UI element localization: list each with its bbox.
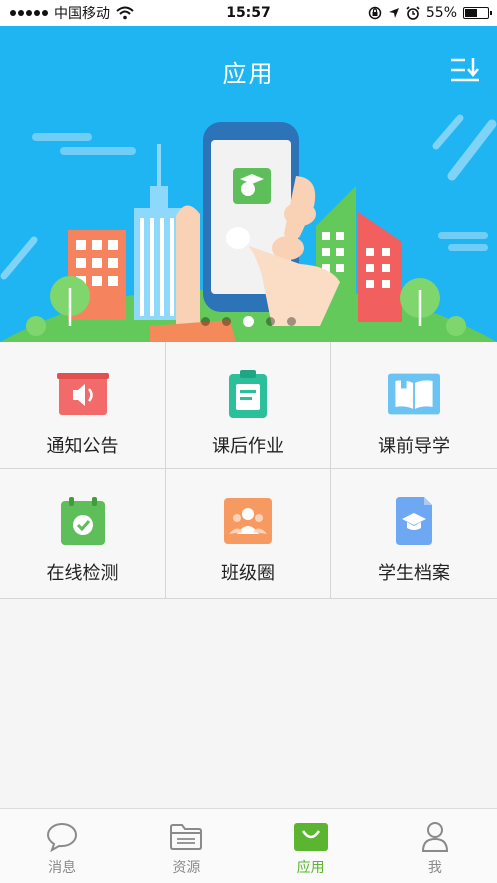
app-screen: 中国移动 15:57 55% 应用 通知公告 课后作业 课前导学 在线检测 班级… <box>0 0 497 883</box>
tab-apps[interactable]: 应用 <box>249 809 373 883</box>
tab-messages[interactable]: 消息 <box>0 809 124 883</box>
app-online-test[interactable]: 在线检测 <box>0 469 166 599</box>
tab-resources[interactable]: 资源 <box>124 809 248 883</box>
status-bar: 中国移动 15:57 55% <box>0 0 497 26</box>
book-icon <box>388 370 440 418</box>
tab-label: 应用 <box>296 860 325 876</box>
app-label: 班级圈 <box>221 563 275 584</box>
tab-label: 消息 <box>48 860 77 876</box>
rotation-lock-icon <box>368 6 382 20</box>
app-label: 课后作业 <box>212 436 284 457</box>
sort-descending-icon <box>451 58 479 82</box>
app-label: 学生档案 <box>378 563 450 584</box>
app-notice[interactable]: 通知公告 <box>0 342 166 469</box>
clipboard-icon <box>222 370 274 418</box>
app-student-records[interactable]: 学生档案 <box>331 469 497 599</box>
carousel-indicator <box>0 316 497 327</box>
carousel-dot[interactable] <box>243 316 254 327</box>
megaphone-icon <box>56 370 109 418</box>
carousel-dot[interactable] <box>222 317 231 326</box>
alarm-icon <box>406 6 420 20</box>
apps-bag-icon <box>293 821 328 853</box>
people-icon <box>222 497 274 545</box>
carousel-dot[interactable] <box>266 317 275 326</box>
page-title: 应用 <box>222 60 275 88</box>
app-label: 课前导学 <box>378 436 450 457</box>
carousel-dot[interactable] <box>287 317 296 326</box>
tab-label: 我 <box>427 860 442 876</box>
chat-bubble-icon <box>45 821 79 853</box>
app-homework[interactable]: 课后作业 <box>166 342 331 469</box>
app-preview-study[interactable]: 课前导学 <box>331 342 497 469</box>
app-grid: 通知公告 课后作业 课前导学 在线检测 班级圈 学生档案 <box>0 342 497 599</box>
app-label: 通知公告 <box>46 436 119 457</box>
tab-me[interactable]: 我 <box>373 809 497 883</box>
tab-bar: 消息 资源 应用 我 <box>0 808 497 883</box>
location-icon <box>388 8 399 18</box>
battery-icon <box>463 7 492 19</box>
battery-percent: 55% <box>425 5 457 21</box>
app-label: 在线检测 <box>46 563 119 584</box>
folder-icon <box>169 821 203 853</box>
tab-label: 资源 <box>172 860 201 876</box>
status-right: 55% <box>368 0 492 26</box>
calendar-check-icon <box>57 497 109 545</box>
sort-button[interactable] <box>447 52 483 88</box>
header-banner: 应用 <box>0 26 497 342</box>
carousel-dot[interactable] <box>201 317 210 326</box>
person-icon <box>418 821 452 853</box>
app-class-circle[interactable]: 班级圈 <box>166 469 331 599</box>
graduation-cap-icon <box>388 497 440 545</box>
